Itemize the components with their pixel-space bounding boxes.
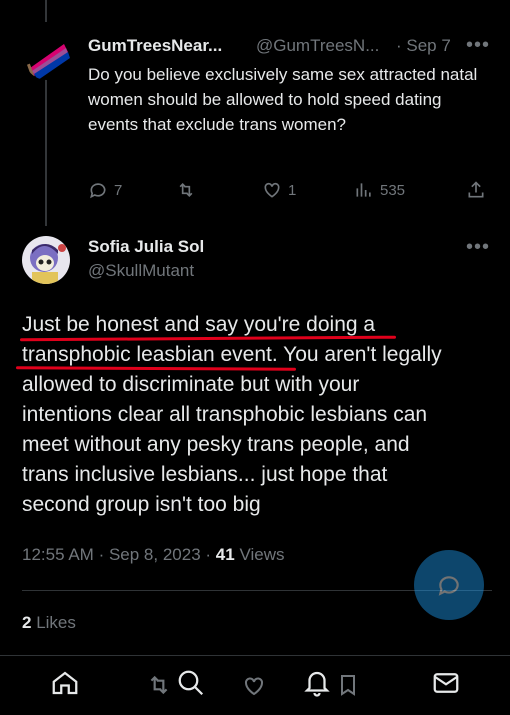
likes-summary[interactable]: 2 Likes: [22, 613, 76, 633]
thread-line-mid: [45, 78, 47, 226]
main-text-line: second group isn't too big: [22, 493, 261, 516]
parent-handle[interactable]: @GumTreesN...: [256, 36, 379, 56]
main-text-line: transphobic leasbian event. You aren't l…: [22, 343, 442, 366]
tweet-meta: 12:55 AM · Sep 8, 2023 · 41 Views: [22, 545, 285, 564]
main-text-line: Just be honest and say you're doing a: [22, 313, 376, 336]
compose-button[interactable]: [414, 550, 484, 620]
parent-views-count: 535: [380, 181, 406, 199]
like-nav-icon[interactable]: [242, 674, 266, 698]
retweet-nav-icon[interactable]: [146, 672, 172, 698]
bottom-nav: [0, 655, 510, 715]
main-tweet-text: Just be honest and say you're doing a tr…: [22, 310, 502, 520]
parent-avatar[interactable]: [24, 34, 70, 80]
parent-like-count: 1: [288, 181, 297, 199]
search-icon[interactable]: [176, 668, 206, 698]
share-icon: [468, 181, 484, 198]
views-label: Views: [239, 545, 285, 564]
flag-avatar-image: [24, 34, 70, 80]
likes-count: 2: [22, 613, 32, 632]
parent-reply-button[interactable]: 7: [88, 180, 122, 200]
reply-icon: [90, 183, 106, 199]
main-text-line: allowed to discriminate but with your: [22, 373, 360, 396]
main-more-icon[interactable]: •••: [466, 236, 490, 259]
views-count: 41: [215, 545, 235, 564]
parent-views-button[interactable]: 535: [354, 180, 405, 200]
parent-more-icon[interactable]: •••: [466, 34, 490, 57]
main-text-line: meet without any pesky trans people, and: [22, 433, 410, 456]
main-avatar[interactable]: [22, 236, 70, 284]
messages-icon[interactable]: [430, 668, 462, 698]
main-text-line: intentions clear all transphobic lesbian…: [22, 403, 428, 426]
views-icon: [356, 183, 371, 197]
home-icon[interactable]: [50, 668, 80, 698]
parent-retweet-button[interactable]: [176, 180, 202, 200]
parent-like-button[interactable]: 1: [262, 180, 296, 200]
parent-tweet-text: Do you believe exclusively same sex attr…: [88, 65, 478, 134]
parent-date[interactable]: · Sep 7: [396, 36, 451, 56]
main-handle[interactable]: @SkullMutant: [88, 261, 194, 281]
tweet-date[interactable]: Sep 8, 2023: [109, 545, 201, 564]
bookmark-icon[interactable]: [336, 672, 360, 698]
like-icon: [264, 182, 280, 198]
compose-icon: [438, 576, 459, 596]
parent-share-button[interactable]: [466, 180, 486, 200]
tweet-time[interactable]: 12:55 AM: [22, 545, 94, 564]
main-text-line: trans inclusive lesbians... just hope th…: [22, 463, 388, 486]
parent-display-name[interactable]: GumTreesNear...: [88, 36, 222, 56]
likes-label: Likes: [36, 613, 76, 632]
main-display-name[interactable]: Sofia Julia Sol: [88, 237, 204, 257]
parent-reply-count: 7: [114, 181, 123, 199]
notifications-icon[interactable]: [302, 668, 332, 698]
retweet-icon: [179, 182, 193, 198]
thread-line-top: [45, 0, 47, 22]
skull-avatar-image: [22, 236, 70, 284]
